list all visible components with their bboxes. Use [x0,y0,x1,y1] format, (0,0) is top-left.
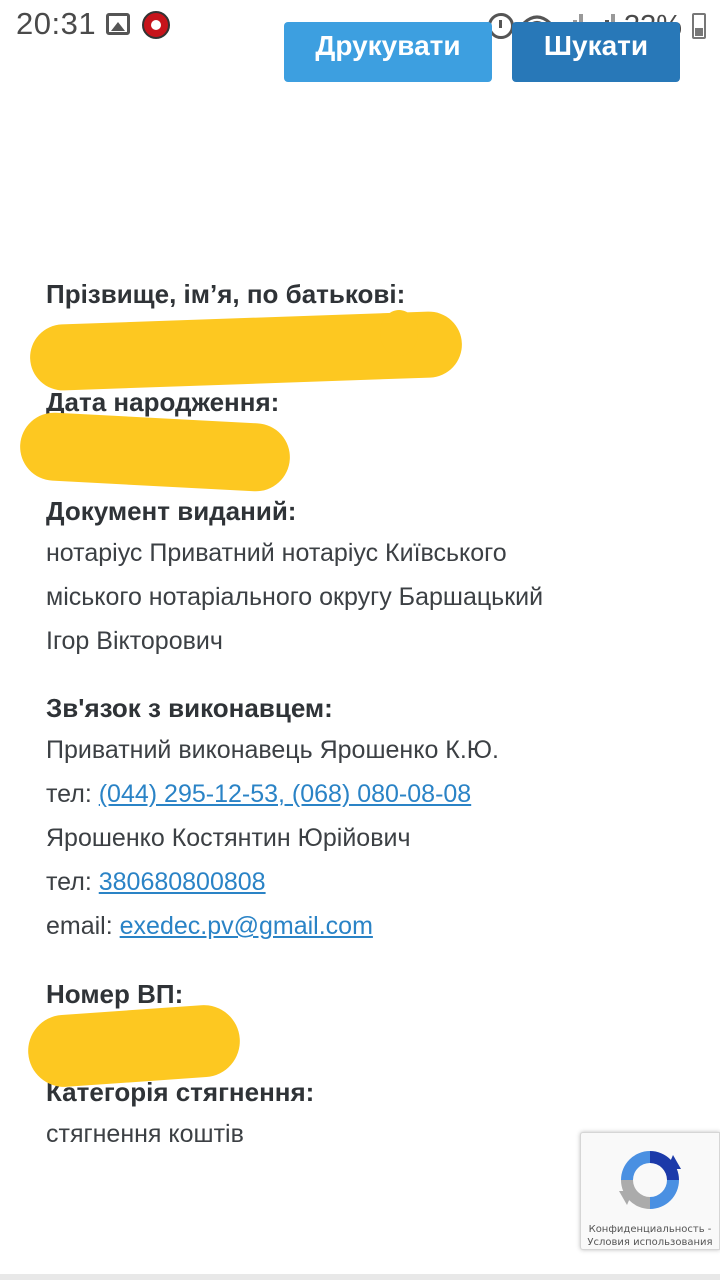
email-link[interactable]: exedec.pv@gmail.com [120,912,373,940]
status-time: 20:31 [16,6,97,41]
executor-name: Приватний виконавець Ярошенко К.Ю. [46,736,500,764]
redaction-marker [380,310,418,356]
vp-label: Номер ВП: [46,979,184,1009]
print-button[interactable]: Друкувати [284,22,492,82]
phone-row: тел: (044) 295-12-53, (068) 080-08-08 [46,772,686,816]
document-label: Документ виданий: [46,496,297,526]
contact-field: Зв'язок з виконавцем: Приватний виконаве… [46,688,686,948]
phone-link[interactable]: (044) 295-12-53, (068) 080-08-08 [99,780,471,808]
phone2-prefix: тел: [46,868,99,896]
email-prefix: email: [46,912,120,940]
email-row: email: exedec.pv@gmail.com [46,904,686,948]
bottom-edge [0,1274,720,1280]
person-name: Ярошенко Костянтин Юрійович [46,824,411,852]
document-line: Ігор Вікторович [46,627,223,655]
search-button-label: Шукати [543,30,649,61]
recaptcha-terms[interactable]: Конфиденциальность - Условия использован… [581,1223,719,1249]
phone-prefix: тел: [46,780,99,808]
search-button[interactable]: Шукати [512,22,680,82]
redaction-marker [25,1002,243,1090]
document-field: Документ виданий: нотаріус Приватний нот… [46,491,686,663]
recaptcha-privacy[interactable]: Конфиденциальность - [581,1223,719,1236]
phone2-row: тел: 380680800808 [46,860,686,904]
recaptcha-icon [619,1151,681,1209]
contact-label: Зв'язок з виконавцем: [46,693,333,723]
print-button-label: Друкувати [315,30,461,61]
name-label: Прізвище, ім’я, по батькові: [46,279,406,309]
recaptcha-terms-link[interactable]: Условия использования [581,1236,719,1249]
redaction-marker [18,410,292,494]
image-icon [106,13,130,35]
battery-icon [692,13,706,39]
document-line: міського нотаріального округу Баршацький [46,583,544,611]
recaptcha-badge[interactable]: Конфиденциальность - Условия использован… [580,1132,720,1250]
birth-label: Дата народження: [46,387,280,417]
document-line: нотаріус Приватний нотаріус Київського [46,539,507,567]
app-notification-icon [142,11,170,39]
phone2-link[interactable]: 380680800808 [99,868,266,896]
